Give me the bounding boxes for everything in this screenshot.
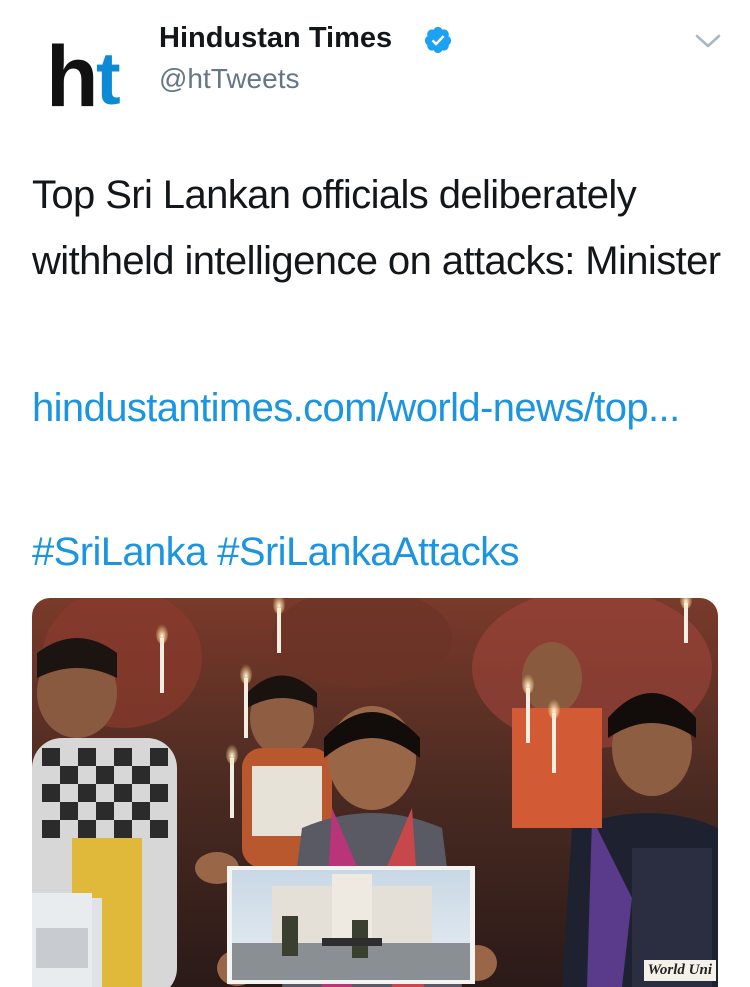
avatar-logo-h: h [46, 29, 98, 125]
hashtag-srilanka-attacks[interactable]: #SriLankaAttacks [217, 530, 519, 574]
tweet-text: Top Sri Lankan officials deliberately wi… [32, 173, 721, 283]
article-link[interactable]: hindustantimes.com/world-news/top... [32, 375, 722, 441]
chevron-down-icon[interactable] [694, 32, 722, 50]
profile-avatar[interactable]: h t [38, 20, 134, 120]
hashtag-srilanka[interactable]: #SriLanka [32, 530, 207, 574]
verified-badge-icon [424, 26, 452, 54]
display-name[interactable]: Hindustan Times [159, 22, 392, 55]
avatar-logo-t: t [96, 37, 121, 120]
photo-watermark: World Uni [643, 960, 716, 981]
vigil-photo-illustration [32, 598, 718, 987]
hashtag-list: #SriLanka #SriLankaAttacks [32, 519, 520, 585]
tweet-photo[interactable]: World Uni [32, 598, 718, 987]
tweet-card: h t Hindustan Times @htTweets Top Sri La… [0, 0, 750, 987]
account-handle[interactable]: @htTweets [159, 63, 299, 95]
